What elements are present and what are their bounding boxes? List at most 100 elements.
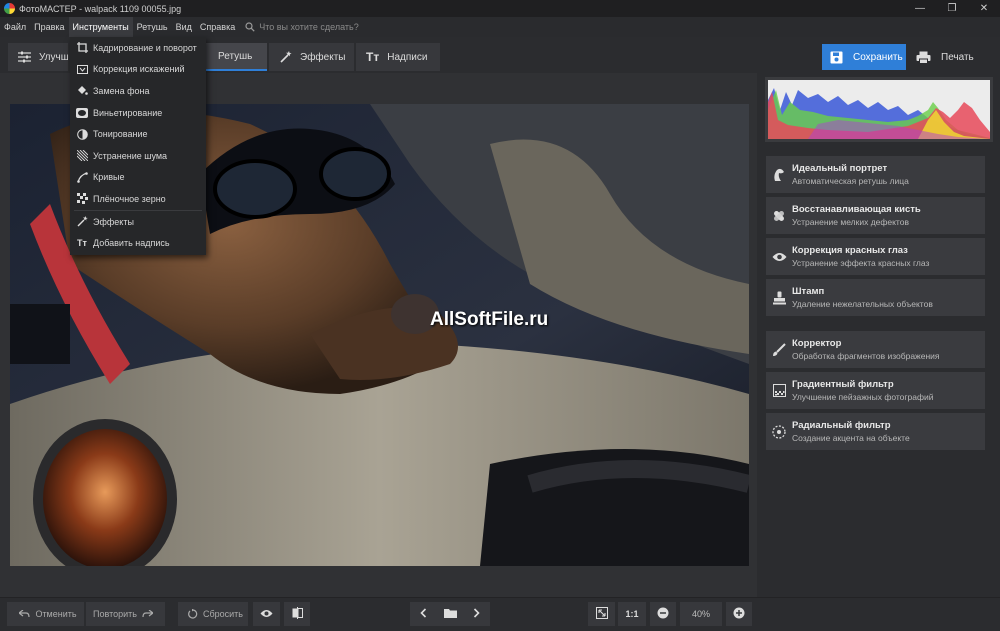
histogram-graph — [768, 88, 990, 139]
open-folder-button[interactable] — [437, 602, 463, 626]
zoom-out-button[interactable] — [650, 602, 676, 626]
tool-subtitle: Удаление нежелательных объектов — [792, 299, 933, 309]
tool-subtitle: Автоматическая ретушь лица — [792, 176, 909, 186]
folder-icon — [443, 608, 457, 620]
menu-view[interactable]: Вид — [172, 17, 196, 37]
tool-title: Радиальный фильтр — [792, 420, 891, 431]
zoom-level-field[interactable]: 40% — [680, 602, 722, 626]
dropdown-item-vignette[interactable]: Виньетирование — [70, 102, 206, 124]
compare-icon — [292, 607, 303, 621]
grain-icon — [76, 193, 88, 205]
next-image-button[interactable] — [463, 602, 490, 626]
dropdown-item-toning[interactable]: Тонирование — [70, 123, 206, 145]
undo-icon — [19, 610, 31, 618]
tool-title: Корректор — [792, 338, 842, 349]
maximize-icon[interactable]: ❐ — [936, 0, 968, 17]
radial-icon — [766, 424, 792, 439]
dropdown-item-label: Плёночное зерно — [93, 193, 166, 204]
menu-tools[interactable]: Инструменты — [68, 17, 133, 37]
compare-button[interactable] — [284, 602, 310, 626]
tab-enhance[interactable]: Улучшение — [8, 43, 68, 71]
minimize-icon[interactable]: — — [904, 0, 936, 17]
search-icon — [245, 22, 255, 32]
tool-subtitle: Создание акцента на объекте — [792, 433, 910, 443]
dropdown-item-crop[interactable]: Кадрирование и поворот — [70, 37, 206, 59]
text-icon: Tт — [77, 238, 87, 249]
eye-icon — [260, 609, 273, 620]
histogram — [765, 77, 993, 142]
menu-edit[interactable]: Правка — [30, 17, 68, 37]
gradient-icon — [766, 384, 792, 397]
tool-ideal-portrait[interactable]: Идеальный портрет Автоматическая ретушь л… — [766, 156, 985, 193]
zoom-out-icon — [657, 607, 669, 621]
tool-title: Идеальный портрет — [792, 163, 888, 174]
zoom-level-value: 40% — [691, 609, 710, 619]
sliders-icon — [18, 51, 31, 63]
stamp-icon — [766, 291, 792, 305]
dropdown-item-label: Коррекция искажений — [93, 64, 185, 75]
tab-enhance-label: Улучшение — [39, 51, 68, 63]
bandage-icon — [766, 209, 792, 223]
tab-effects-label: Эффекты — [300, 51, 346, 63]
menu-search[interactable]: Что вы хотите сделать? — [245, 22, 359, 32]
undo-button[interactable]: Отменить — [7, 602, 84, 626]
menu-file[interactable]: Файл — [0, 17, 30, 37]
print-button[interactable]: Печать — [910, 44, 994, 70]
close-icon[interactable]: ✕ — [968, 0, 1000, 17]
tool-stamp[interactable]: Штамп Удаление нежелательных объектов — [766, 279, 985, 316]
reset-label: Сбросить — [202, 609, 243, 619]
tool-red-eye[interactable]: Коррекция красных глаз Устранение эффекта… — [766, 238, 985, 275]
dropdown-item-label: Эффекты — [93, 216, 134, 227]
dropdown-item-add-caption[interactable]: Tт Добавить надпись — [70, 232, 206, 254]
menu-retouch[interactable]: Ретушь — [133, 17, 172, 37]
dropdown-item-label: Тонирование — [93, 129, 148, 140]
prev-image-button[interactable] — [410, 602, 437, 626]
tool-radial-filter[interactable]: Радиальный фильтр Создание акцента на объ… — [766, 413, 985, 450]
actual-size-label: 1:1 — [625, 609, 639, 619]
fit-to-screen-button[interactable] — [588, 602, 615, 626]
redo-icon — [142, 610, 153, 618]
right-panel: Идеальный портрет Автоматическая ретушь л… — [757, 73, 1000, 597]
tab-retouch-label: Ретушь — [218, 50, 253, 62]
reset-icon — [188, 609, 198, 619]
zoom-in-icon — [733, 607, 745, 621]
portrait-icon — [766, 168, 792, 182]
menu-bar: Файл Правка Инструменты Ретушь Вид Справ… — [0, 17, 1000, 37]
curves-icon — [76, 171, 88, 183]
dropdown-item-noise[interactable]: Устранение шума — [70, 145, 206, 167]
redo-label: Повторить — [93, 609, 137, 619]
tab-retouch[interactable]: Ретушь — [206, 43, 267, 71]
tool-healing-brush[interactable]: Восстанавливающая кисть Устранение мелких… — [766, 197, 985, 234]
bottom-bar: Отменить Повторить Сбросить 1:1 40% — [0, 597, 1000, 631]
print-label: Печать — [941, 51, 974, 63]
dropdown-item-curves[interactable]: Кривые — [70, 167, 206, 189]
tools-dropdown: Кадрирование и поворот Коррекция искажен… — [70, 37, 206, 255]
dropdown-item-label: Замена фона — [93, 85, 150, 96]
reset-button[interactable]: Сбросить — [178, 602, 248, 626]
save-button[interactable]: Сохранить — [822, 44, 906, 70]
distortion-icon — [76, 63, 88, 75]
undo-label: Отменить — [35, 609, 77, 619]
preview-toggle-button[interactable] — [253, 602, 280, 626]
dropdown-item-distortion[interactable]: Коррекция искажений — [70, 59, 206, 81]
brush-icon — [766, 342, 792, 357]
tool-corrector[interactable]: Корректор Обработка фрагментов изображени… — [766, 331, 985, 368]
menu-help[interactable]: Справка — [196, 17, 239, 37]
dropdown-item-label: Кадрирование и поворот — [93, 42, 197, 53]
dropdown-item-effects[interactable]: Эффекты — [70, 211, 206, 233]
tool-title: Штамп — [792, 286, 825, 297]
zoom-in-button[interactable] — [726, 602, 752, 626]
tool-gradient-filter[interactable]: Градиентный фильтр Улучшение пейзажных фо… — [766, 372, 985, 409]
toning-icon — [76, 128, 88, 140]
tool-subtitle: Обработка фрагментов изображения — [792, 351, 940, 361]
tab-effects[interactable]: Эффекты — [269, 43, 354, 71]
vignette-icon — [76, 107, 88, 119]
wand-icon — [76, 216, 88, 228]
dropdown-item-background[interactable]: Замена фона — [70, 80, 206, 102]
dropdown-item-label: Добавить надпись — [93, 238, 170, 249]
tool-subtitle: Устранение эффекта красных глаз — [792, 258, 930, 268]
redo-button[interactable]: Повторить — [86, 602, 165, 626]
actual-size-button[interactable]: 1:1 — [618, 602, 646, 626]
dropdown-item-grain[interactable]: Плёночное зерно — [70, 188, 206, 210]
tab-captions[interactable]: Tт Надписи — [356, 43, 440, 71]
